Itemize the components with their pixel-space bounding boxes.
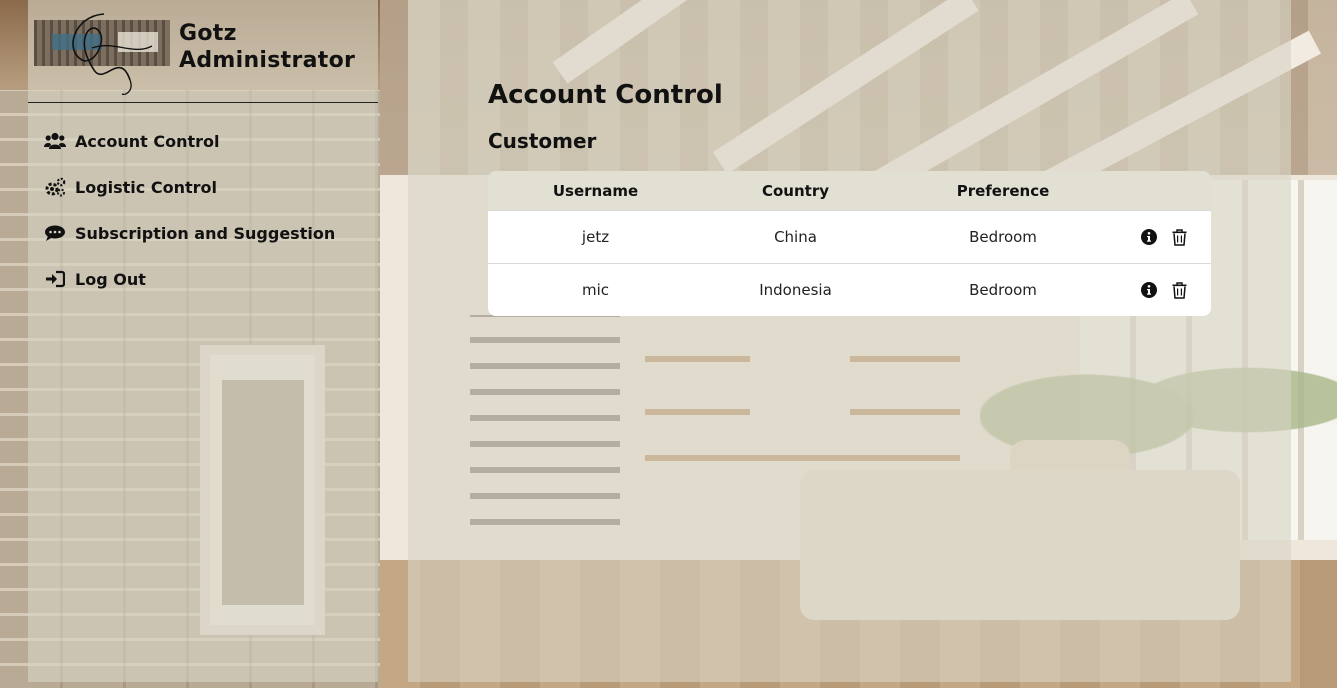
cell-preference: Bedroom: [969, 228, 1037, 246]
cogs-icon: [44, 176, 66, 198]
nav-item-subscription-suggestion[interactable]: Subscription and Suggestion: [28, 210, 378, 256]
nav-item-log-out[interactable]: Log Out: [28, 256, 378, 302]
comments-icon: [44, 222, 66, 244]
table-row: jetz China Bedroom: [488, 210, 1211, 263]
main-panel: Account Control Customer Username Countr…: [408, 0, 1291, 682]
row-actions: [1118, 281, 1211, 299]
cell-preference: Bedroom: [969, 281, 1037, 299]
nav-item-account-control[interactable]: Account Control: [28, 118, 378, 164]
customer-table: Username Country Preference jetz China B…: [488, 171, 1211, 316]
header-preference: Preference: [956, 181, 1050, 200]
info-icon[interactable]: [1140, 281, 1158, 299]
brand-line-2: Administrator: [179, 48, 356, 73]
page-title: Account Control: [488, 80, 723, 110]
trash-icon[interactable]: [1170, 228, 1188, 246]
table-header: Username Country Preference: [488, 171, 1211, 210]
sign-out-icon: [44, 268, 66, 290]
table-row: mic Indonesia Bedroom: [488, 263, 1211, 316]
row-actions: [1118, 228, 1211, 246]
info-icon[interactable]: [1140, 228, 1158, 246]
brand-line-1: Gotz: [179, 21, 237, 46]
sidebar: Gotz Administrator Account Control Logis…: [28, 0, 378, 682]
sidebar-nav: Account Control Logistic Control Subscri…: [28, 118, 378, 302]
signature-logo: [34, 13, 170, 96]
users-icon: [44, 130, 66, 152]
nav-label-account-control: Account Control: [75, 131, 220, 151]
nav-label-logistic-control: Logistic Control: [75, 177, 217, 197]
header-username: Username: [552, 181, 639, 200]
trash-icon[interactable]: [1170, 281, 1188, 299]
header-country: Country: [761, 181, 830, 200]
brand-name: Gotz Administrator: [179, 20, 355, 74]
cell-username: mic: [581, 281, 610, 299]
section-title: Customer: [488, 129, 597, 153]
cell-country: Indonesia: [759, 281, 832, 299]
cell-username: jetz: [581, 228, 610, 246]
cell-country: China: [774, 228, 817, 246]
nav-label-subscription-suggestion: Subscription and Suggestion: [75, 223, 336, 243]
nav-item-logistic-control[interactable]: Logistic Control: [28, 164, 378, 210]
nav-label-log-out: Log Out: [75, 269, 146, 289]
brand-header: Gotz Administrator: [28, 0, 378, 103]
